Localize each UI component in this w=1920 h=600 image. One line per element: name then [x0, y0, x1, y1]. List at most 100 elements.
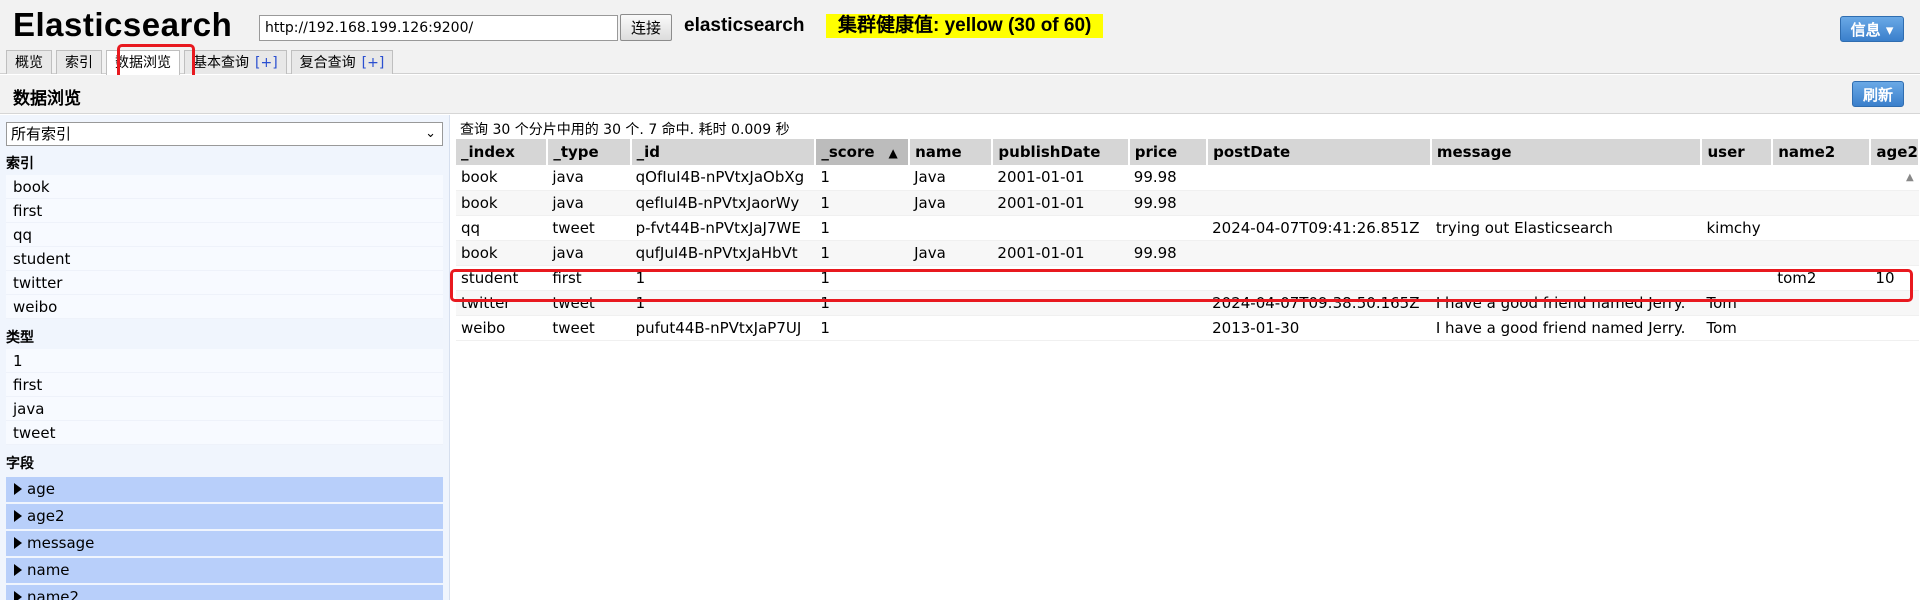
add-compound-query-link[interactable]: [+]	[362, 55, 385, 71]
page-subheader: 数据浏览 刷新	[0, 75, 1920, 114]
table-cell	[992, 315, 1129, 341]
table-cell: tweet	[547, 315, 631, 341]
field-label: age2	[27, 507, 65, 525]
column-header[interactable]: _id	[630, 139, 817, 165]
table-cell: kimchy	[1701, 215, 1773, 241]
table-cell	[1701, 240, 1773, 266]
tab-indices[interactable]: 索引	[56, 50, 102, 74]
index-item[interactable]: twitter	[6, 271, 443, 295]
column-header[interactable]: price	[1128, 139, 1209, 165]
tab-overview[interactable]: 概览	[6, 50, 52, 74]
field-item-age[interactable]: age	[6, 477, 443, 502]
column-header-label: _score	[821, 143, 875, 161]
table-cell: 99.98	[1128, 240, 1208, 266]
column-header[interactable]: publishDate	[992, 139, 1130, 165]
table-cell: book	[456, 240, 548, 266]
field-label: message	[27, 534, 95, 552]
table-cell: java	[547, 190, 631, 216]
column-header-sorted[interactable]: _score ▲	[815, 139, 911, 165]
table-cell: qufJuI4B-nPVtxJaHbVt	[630, 240, 816, 266]
column-header[interactable]: postDate	[1207, 139, 1432, 165]
info-menu-button[interactable]: 信息 ▾	[1840, 16, 1904, 42]
column-header[interactable]: name	[909, 139, 994, 165]
table-row[interactable]: book java qOfIuI4B-nPVtxJaObXg 1 Java 2001-01…	[456, 165, 1919, 191]
table-row[interactable]: qq tweet p-fvt44B-nPVtxJaJ7WE 1 2024-04-07T0…	[456, 215, 1919, 241]
type-item[interactable]: first	[6, 373, 443, 397]
table-cell	[1772, 215, 1871, 241]
index-item[interactable]: student	[6, 247, 443, 271]
refresh-button[interactable]: 刷新	[1852, 81, 1904, 107]
fields-heading: 字段	[6, 456, 34, 472]
table-cell: trying out Elasticsearch	[1430, 215, 1702, 241]
table-cell: 2001-01-01	[992, 165, 1129, 191]
table-cell	[1772, 190, 1871, 216]
type-item[interactable]: 1	[6, 349, 443, 373]
table-row[interactable]: book java qefIuI4B-nPVtxJaorWy 1 Java 2001-01…	[456, 190, 1919, 216]
indices-list: book first qq student twitter weibo	[6, 175, 443, 319]
table-cell	[1701, 190, 1773, 216]
column-header[interactable]: message	[1430, 139, 1703, 165]
add-basic-query-link[interactable]: [+]	[255, 55, 278, 71]
field-label: name	[27, 561, 70, 579]
field-item-age2[interactable]: age2	[6, 504, 443, 529]
type-item[interactable]: tweet	[6, 421, 443, 445]
row-highlight-box	[450, 269, 1913, 302]
tab-label: 索引	[65, 55, 93, 71]
index-select[interactable]: 所有索引 ⌄	[6, 122, 443, 146]
table-cell	[1772, 165, 1871, 191]
table-cell: qq	[456, 215, 548, 241]
table-row[interactable]: weibo tweet pufut44B-nPVtxJaP7UJ 1 2013-01-3…	[456, 315, 1919, 341]
fields-list: age age2 message name name2	[6, 477, 443, 600]
caret-right-icon	[14, 591, 22, 600]
table-cell	[1128, 315, 1208, 341]
app-title: Elasticsearch	[13, 6, 233, 43]
query-summary: 查询 30 个分片中用的 30 个. 7 命中. 耗时 0.009 秒	[460, 122, 790, 138]
field-item-name[interactable]: name	[6, 558, 443, 583]
table-cell: book	[456, 165, 548, 191]
type-item[interactable]: java	[6, 397, 443, 421]
tab-compound-query[interactable]: 复合查询 [+]	[290, 50, 394, 74]
indices-heading: 索引	[6, 156, 34, 172]
column-header[interactable]: _type	[547, 139, 632, 165]
results-table-container[interactable]: _index _type _id _score ▲ name publishDat…	[456, 139, 1920, 600]
table-cell	[1430, 240, 1702, 266]
results-body: book java qOfIuI4B-nPVtxJaObXg 1 Java 2001-01…	[456, 165, 1919, 341]
types-list: 1 first java tweet	[6, 349, 443, 445]
table-cell: Java	[909, 165, 993, 191]
main-tabs: 概览 索引 数据浏览 基本查询 [+] 复合查询 [+]	[6, 50, 397, 75]
table-cell: 99.98	[1128, 165, 1208, 191]
table-cell: java	[547, 240, 631, 266]
cluster-url-input[interactable]	[259, 15, 618, 41]
column-header[interactable]: _index	[456, 139, 549, 165]
table-cell	[1870, 190, 1919, 216]
table-cell: weibo	[456, 315, 548, 341]
table-row[interactable]: book java qufJuI4B-nPVtxJaHbVt 1 Java 2001-01…	[456, 240, 1919, 266]
table-header-row: _index _type _id _score ▲ name publishDat…	[456, 139, 1920, 165]
table-cell	[1430, 190, 1702, 216]
column-header[interactable]: name2	[1772, 139, 1872, 165]
tab-basic-query[interactable]: 基本查询 [+]	[184, 50, 287, 74]
table-cell	[1207, 240, 1431, 266]
field-item-message[interactable]: message	[6, 531, 443, 556]
table-cell: 99.98	[1128, 190, 1208, 216]
column-header[interactable]: user	[1701, 139, 1774, 165]
table-cell: 2024-04-07T09:41:26.851Z	[1207, 215, 1431, 241]
table-cell	[1870, 315, 1919, 341]
field-item-name2[interactable]: name2	[6, 585, 443, 600]
filter-sidebar: 所有索引 ⌄ 索引 book first qq student twitter …	[0, 115, 450, 600]
connect-button[interactable]: 连接	[620, 14, 672, 41]
column-header[interactable]: age2	[1870, 139, 1920, 165]
types-heading: 类型	[6, 330, 34, 346]
scroll-up-icon[interactable]: ▲	[1906, 172, 1914, 183]
index-item[interactable]: first	[6, 199, 443, 223]
table-cell: p-fvt44B-nPVtxJaJ7WE	[630, 215, 816, 241]
table-cell: 2001-01-01	[992, 240, 1129, 266]
index-item[interactable]: weibo	[6, 295, 443, 319]
table-cell	[1772, 315, 1871, 341]
field-label: age	[27, 480, 55, 498]
index-item[interactable]: qq	[6, 223, 443, 247]
table-cell	[1207, 190, 1431, 216]
top-header: Elasticsearch 连接 elasticsearch 集群健康值: ye…	[0, 0, 1920, 75]
index-item[interactable]: book	[6, 175, 443, 199]
table-cell: pufut44B-nPVtxJaP7UJ	[630, 315, 816, 341]
